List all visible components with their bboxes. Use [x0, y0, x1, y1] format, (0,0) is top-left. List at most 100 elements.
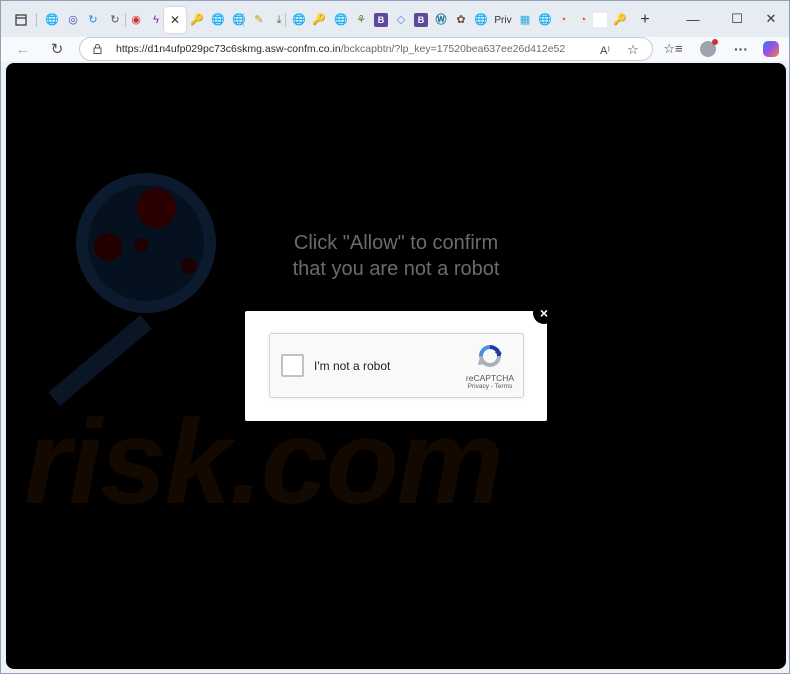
blank-page-icon [593, 13, 607, 27]
maximize-button[interactable]: ☐ [723, 7, 751, 31]
tab-separator [285, 13, 286, 27]
captcha-label: I'm not a robot [314, 359, 391, 373]
tab[interactable]: 🌐 [41, 7, 63, 33]
address-bar[interactable]: https://d1n4ufp029pc73c6skmg.asw-confm.c… [79, 37, 653, 61]
loading-icon: ↻ [88, 13, 98, 26]
tab[interactable]: ✎ [249, 7, 269, 33]
back-button[interactable]: ← [11, 37, 35, 61]
diamond-icon: ◇ [396, 13, 406, 26]
close-icon: × [539, 305, 549, 321]
headline-line-1: Click "Allow" to confirm [293, 232, 499, 254]
close-window-button[interactable]: ✕ [757, 7, 785, 31]
maximize-icon: ☐ [731, 11, 743, 26]
privacy-terms-links[interactable]: Privacy - Terms [455, 383, 525, 390]
url-text[interactable]: https://d1n4ufp029pc73c6skmg.asw-confm.c… [116, 43, 566, 55]
favorites-list-icon: ☆≡ [663, 41, 683, 56]
tab-title: Priv [494, 14, 512, 26]
tab[interactable]: ↻ [105, 7, 125, 33]
close-modal-button[interactable]: × [533, 302, 555, 324]
tab-strip: 🌐 ◎ ↻ ↻ ◉ ϟ ✕ 🔑 🌐 🌐 ✎ ⤓ 🌐 🔑 🌐 ⚘ B ◇ B Ⓦ … [1, 1, 789, 37]
tab-active[interactable]: ✕ [164, 7, 186, 33]
close-icon: ✕ [765, 11, 777, 26]
globe-icon: 🌐 [292, 13, 306, 26]
tab[interactable]: B [371, 7, 391, 33]
b-letter-icon: B [374, 13, 388, 27]
plant-icon: ⚘ [356, 13, 366, 26]
minimize-icon: — [686, 11, 700, 27]
tab[interactable] [592, 7, 608, 33]
tab[interactable]: ϟ [146, 7, 166, 33]
key-icon: 🔑 [312, 13, 326, 26]
tab[interactable]: Ⓦ [431, 7, 451, 33]
swirl-icon: ◎ [68, 13, 78, 26]
loading-icon: ↻ [110, 13, 120, 26]
refresh-icon: ↻ [50, 41, 64, 58]
tab[interactable]: B [411, 7, 431, 33]
tab[interactable]: ◎ [63, 7, 83, 33]
tab[interactable]: ↻ [83, 7, 103, 33]
tab[interactable]: 🔑 [610, 7, 630, 33]
lock-icon[interactable] [92, 44, 102, 54]
tab[interactable]: ◔ [573, 7, 593, 33]
globe-icon: 🌐 [211, 13, 225, 26]
read-aloud-icon[interactable]: A⁾ [596, 41, 614, 59]
wordpress-icon: Ⓦ [435, 13, 447, 26]
tab-separator [36, 13, 37, 27]
tab[interactable]: 🌐 [289, 7, 309, 33]
recaptcha-logo-icon [476, 342, 504, 370]
close-tab-icon[interactable]: ✕ [170, 13, 180, 27]
back-icon: ← [15, 40, 31, 58]
minimize-button[interactable]: — [679, 7, 707, 31]
tab[interactable]: 🔑 [187, 7, 207, 33]
tab[interactable]: 🌐 [229, 7, 249, 33]
tab[interactable]: 🔑 [309, 7, 329, 33]
url-host: https://d1n4ufp029pc73c6skmg.asw-confm.c… [116, 43, 341, 55]
more-icon: ··· [734, 41, 748, 57]
tab[interactable]: ⚘ [351, 7, 371, 33]
plus-icon: + [640, 11, 650, 28]
spiral-icon: ◔ [579, 13, 587, 26]
spiral-icon: ◔ [559, 13, 567, 26]
tab[interactable]: ✿ [451, 7, 471, 33]
download-icon: ⤓ [276, 13, 282, 26]
profile-icon [700, 39, 718, 57]
tab[interactable]: Priv [491, 7, 515, 33]
tab-actions-icon[interactable] [10, 9, 32, 31]
web-page: risk.com Click "Allow" to confirm that y… [6, 63, 786, 669]
url-path: /bckcapbtn/?lp_key=17520bea637ee26d412e5… [340, 43, 566, 55]
copilot-icon [763, 41, 779, 57]
more-button[interactable]: ··· [729, 37, 753, 61]
tab[interactable]: 🌐 [331, 7, 351, 33]
target-icon: ◉ [131, 13, 141, 26]
not-a-robot-checkbox[interactable] [281, 354, 304, 377]
favorites-list-button[interactable]: ☆≡ [661, 37, 685, 61]
b-letter-icon: B [414, 13, 428, 27]
tag-icon: ✎ [254, 13, 264, 26]
tab[interactable]: 🌐 [535, 7, 555, 33]
tab[interactable]: ▦ [515, 7, 535, 33]
headline-line-2: that you are not a robot [292, 258, 500, 280]
key-icon: 🔑 [190, 13, 204, 26]
globe-icon: 🌐 [334, 13, 348, 26]
tab[interactable]: 🌐 [471, 7, 491, 33]
recaptcha-brand: reCAPTCHA [465, 373, 515, 383]
watermark-dot [136, 188, 176, 228]
key-icon: 🔑 [613, 13, 627, 26]
blue-squares-icon: ▦ [519, 13, 531, 26]
tab[interactable]: 🌐 [208, 7, 228, 33]
profile-button[interactable] [696, 37, 720, 61]
bird-icon: ✿ [456, 13, 466, 26]
tab[interactable]: ◔ [553, 7, 573, 33]
tab[interactable]: ◇ [391, 7, 411, 33]
copilot-button[interactable] [759, 37, 783, 61]
browser-window: 🌐 ◎ ↻ ↻ ◉ ϟ ✕ 🔑 🌐 🌐 ✎ ⤓ 🌐 🔑 🌐 ⚘ B ◇ B Ⓦ … [0, 0, 790, 674]
bolt-icon: ϟ [153, 13, 159, 26]
captcha-modal: I'm not a robot reCAPTCHA Privacy - Term… [245, 311, 547, 421]
refresh-button[interactable]: ↻ [45, 37, 69, 61]
new-tab-button[interactable]: + [634, 7, 656, 33]
tab[interactable]: ◉ [126, 7, 146, 33]
recaptcha-widget: I'm not a robot reCAPTCHA Privacy - Term… [269, 333, 524, 398]
globe-icon: 🌐 [474, 13, 488, 26]
favorite-star-icon[interactable]: ☆ [624, 41, 642, 59]
tab[interactable]: ⤓ [269, 7, 289, 33]
